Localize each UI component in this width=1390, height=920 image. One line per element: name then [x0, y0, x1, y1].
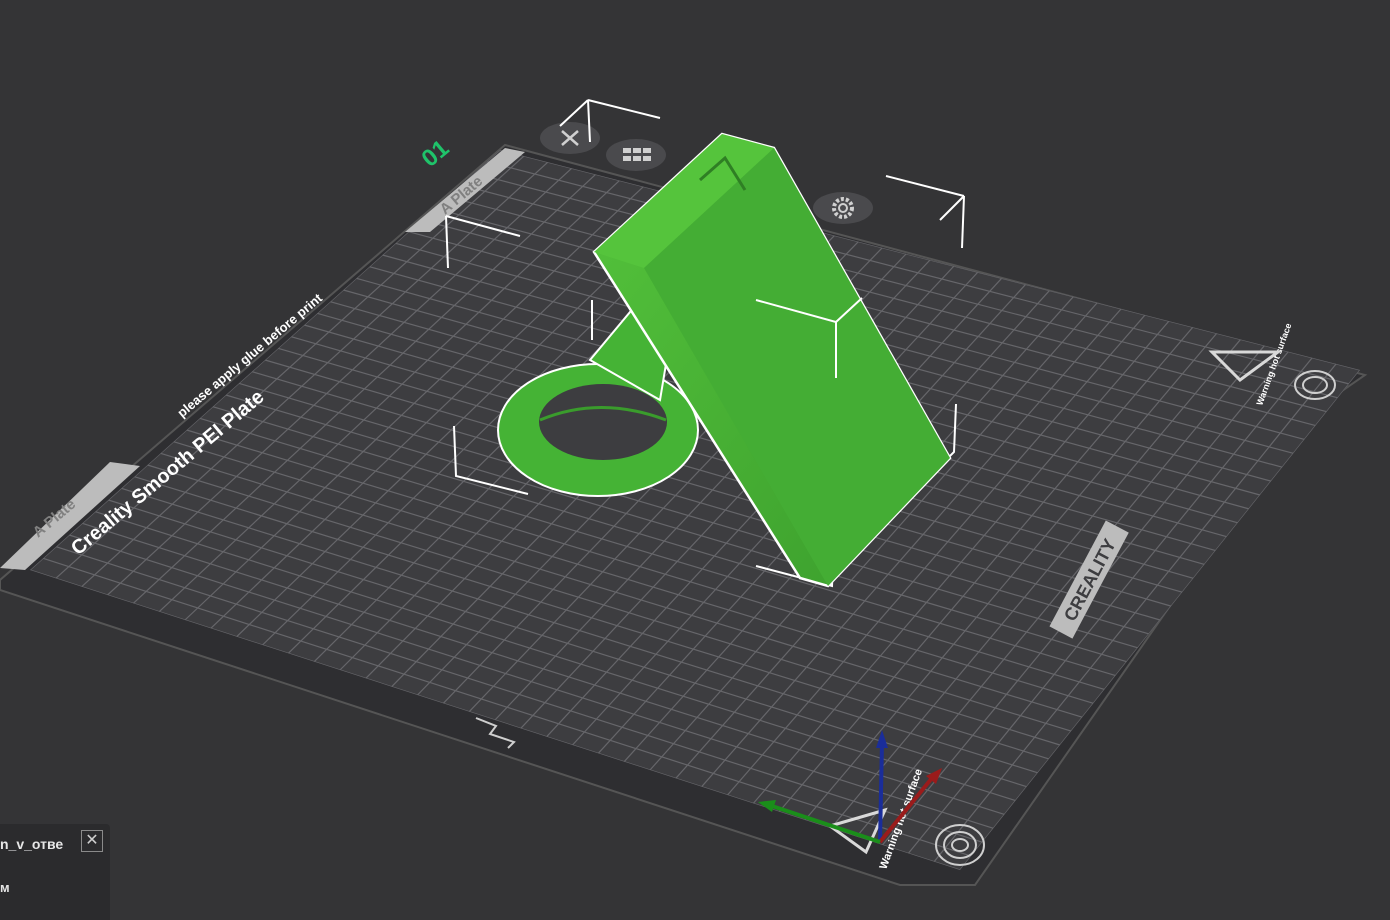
arrange-plate-button[interactable]	[606, 139, 666, 171]
object-sub-label: м	[0, 880, 10, 895]
close-panel-button[interactable]: ✕	[81, 830, 103, 852]
plate-settings-button[interactable]	[813, 192, 873, 224]
delete-plate-button[interactable]	[540, 122, 600, 154]
close-icon: ✕	[85, 832, 99, 849]
plate-number: 01	[417, 135, 455, 173]
object-info-panel: n_v_отве ✕ м	[0, 824, 110, 920]
3d-viewport[interactable]: 01 A Plate A Plate please apply glue bef…	[0, 0, 1390, 920]
object-filename: n_v_отве	[0, 836, 64, 852]
